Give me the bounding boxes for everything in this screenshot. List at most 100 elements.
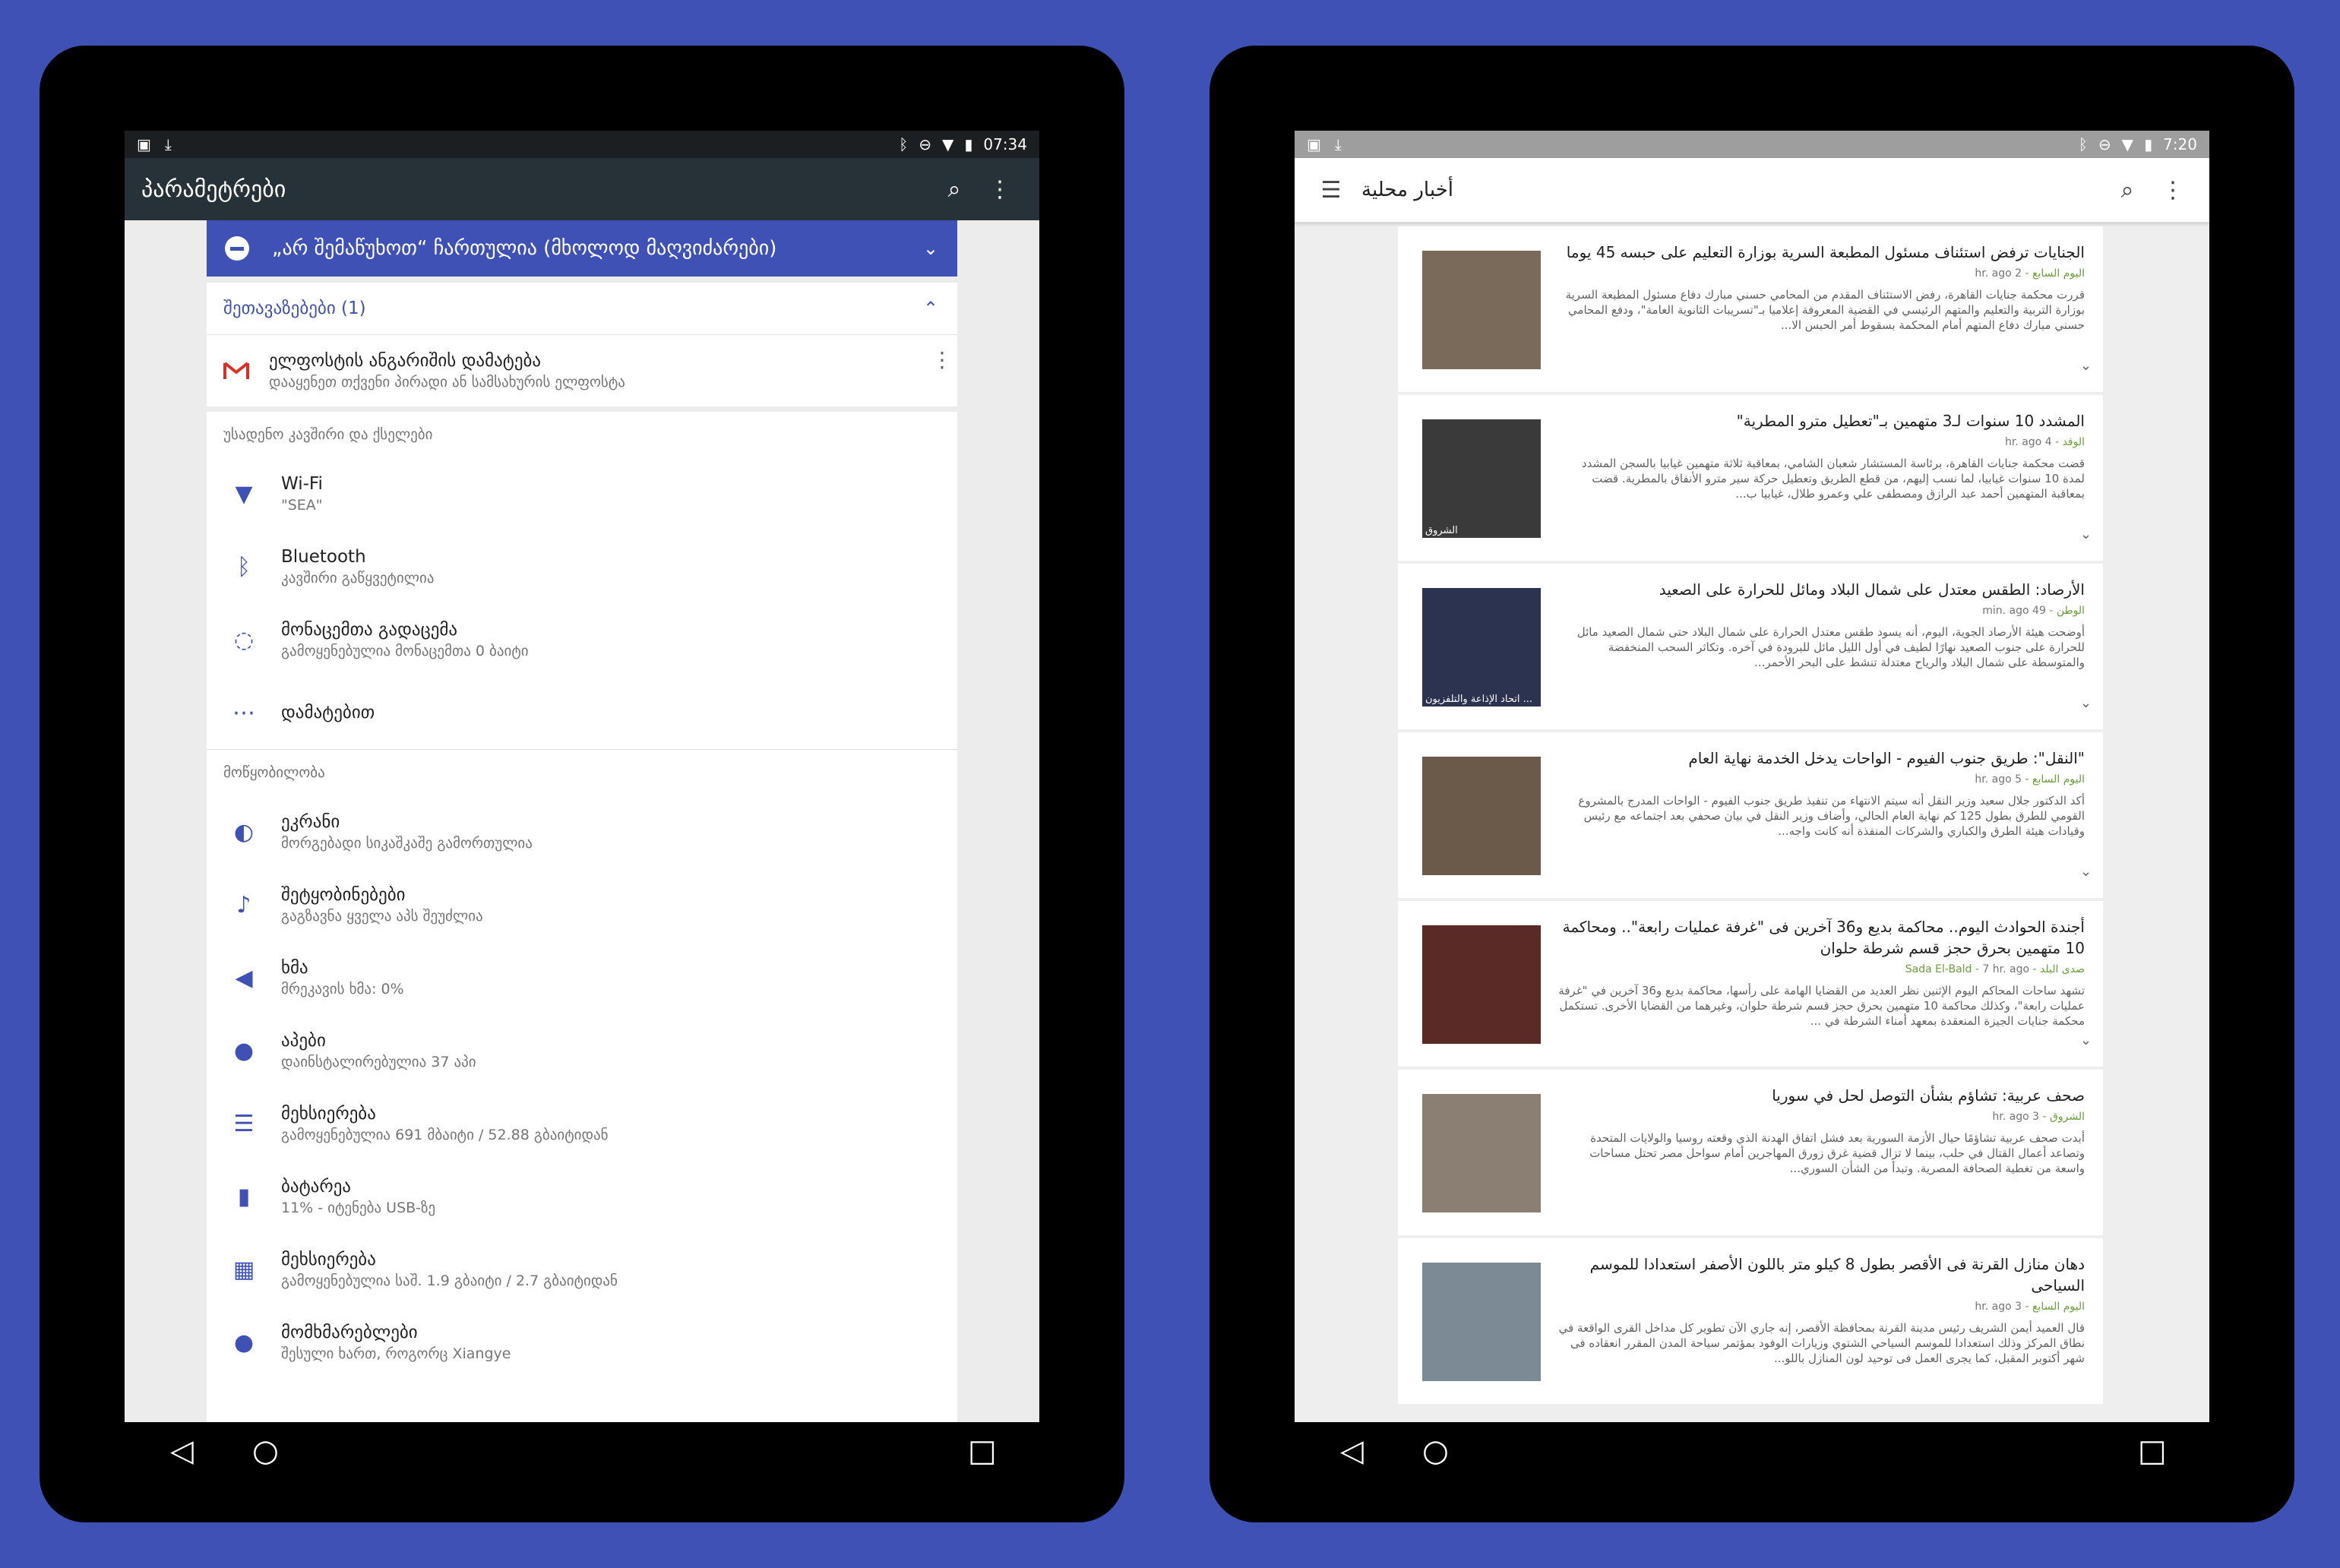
chevron-down-icon[interactable]: ⌄ <box>904 238 957 259</box>
bluetooth-status-icon: ᛒ <box>899 135 909 153</box>
news-source: الشروق <box>2050 1111 2085 1123</box>
thumbnail-caption: اتحاد الإذاعة والتلفزيون ... <box>1425 694 1533 705</box>
settings-item-wifi[interactable]: ▼ Wi-Fi "SEA" <box>207 457 957 530</box>
settings-screen: ▣ ⤓ ᛒ ⊖ ▼ ▮ 07:34 პარამეტრები ⌕ ⋮ „არ შე… <box>125 131 1039 1422</box>
item-title: ეკრანი <box>281 812 340 832</box>
expand-chevron-icon[interactable]: ⌄ <box>2080 1032 2092 1048</box>
home-icon[interactable]: ○ <box>252 1436 279 1466</box>
news-card[interactable]: صحف عربية: تشاؤم بشأن التوصل لحل في سوري… <box>1398 1070 2103 1235</box>
settings-item-battery[interactable]: ▮ ბატარეა 11% - იტენება USB-ზე <box>207 1160 957 1233</box>
overflow-menu-icon[interactable]: ⋮ <box>2150 177 2196 204</box>
news-card[interactable]: "النقل": طريق جنوب الفيوم - الواحات يدخل… <box>1398 732 2103 898</box>
download-icon: ⤓ <box>164 135 172 153</box>
back-icon[interactable]: ◁ <box>1340 1436 1364 1466</box>
news-source: الوفد <box>2062 436 2085 448</box>
news-time: 5 hr. ago <box>1975 773 2022 786</box>
settings-list: უსადენო კავშირი და ქსელები ▼ Wi-Fi "SEA" … <box>207 412 957 1422</box>
apps-icon: ● <box>233 1037 255 1064</box>
item-title: ხმა <box>281 958 308 978</box>
news-snippet: أبدت صحف عربية تشاؤمًا حيال الأزمة السور… <box>1589 1131 2085 1175</box>
item-subtitle: კავშირი გაწყვეტილია <box>281 570 435 586</box>
image-notification-icon: ▣ <box>1307 135 1321 153</box>
news-card[interactable]: الشروق المشدد 10 سنوات لـ3 متهمين بـ"تعط… <box>1398 395 2103 561</box>
settings-item-sound[interactable]: ◀ ხმა მრეკავის ხმა: 0% <box>207 941 957 1014</box>
item-title: მონაცემთა გადაცემა <box>281 620 458 640</box>
item-title: შეტყობინებები <box>281 885 406 905</box>
status-time: 07:34 <box>983 135 1027 153</box>
category-header-device: მოწყობილობა <box>223 764 325 781</box>
expand-chevron-icon[interactable]: ⌄ <box>2080 526 2092 542</box>
news-card[interactable]: الجنايات ترفض استئناف مسئول المطبعة السر… <box>1398 226 2103 392</box>
recents-icon[interactable]: □ <box>2138 1436 2167 1466</box>
item-title: მეხსიერება <box>281 1250 376 1269</box>
news-screen: ▣ ⤓ ᛒ ⊖ ▼ ▮ 7:20 ☰ أخبار محلية ⌕ ⋮ الجنا… <box>1295 131 2209 1422</box>
news-thumbnail: الشروق <box>1422 419 1541 538</box>
news-snippet: قال العميد أيمن الشريف رئيس مدينة القرنة… <box>1558 1321 2085 1365</box>
news-card[interactable]: أجندة الحوادث اليوم.. محاكمة بديع و36 آخ… <box>1398 901 2103 1067</box>
item-subtitle: 11% - იტენება USB-ზე <box>281 1200 436 1216</box>
news-source: اليوم السابع <box>2032 1301 2085 1313</box>
dnd-status-icon: ⊖ <box>2098 135 2111 153</box>
news-time: 49 min. ago <box>1982 605 2046 617</box>
battery-icon: ▮ <box>237 1183 251 1210</box>
news-title: صحف عربية: تشاؤم بشأن التوصل لحل في سوري… <box>1772 1086 2085 1105</box>
suggestion-subtitle: დააყენეთ თქვენი პირადი ან სამსახურის ელფ… <box>269 374 625 390</box>
settings-item-storage[interactable]: ☰ მეხსიერება გამოყენებულია 691 მბაიტი / 5… <box>207 1087 957 1160</box>
item-title: Bluetooth <box>281 547 366 567</box>
search-icon[interactable]: ⌕ <box>2104 177 2150 204</box>
wifi-status-icon: ▼ <box>2121 135 2134 153</box>
settings-item-memory[interactable]: ▦ მეხსიერება გამოყენებულია საშ. 1.9 გბაიტ… <box>207 1233 957 1306</box>
settings-item-data-usage[interactable]: ◌ მონაცემთა გადაცემა გამოყენებულია მონაცე… <box>207 603 957 676</box>
battery-status-icon: ▮ <box>964 135 973 153</box>
suggestion-title: ელფოსტის ანგარიშის დამატება <box>269 351 542 371</box>
settings-item-notifications[interactable]: ♪ შეტყობინებები გაგზავნა ყველა აპს შეუძლი… <box>207 868 957 941</box>
news-source: اليوم السابع <box>2032 773 2085 786</box>
news-thumbnail <box>1422 1094 1541 1212</box>
chevron-up-icon[interactable]: ⌃ <box>904 298 957 319</box>
suggestion-add-email[interactable]: ელფოსტის ანგარიშის დამატება დააყენეთ თქვ… <box>207 335 957 406</box>
overflow-menu-icon[interactable]: ⋮ <box>977 176 1023 203</box>
news-snippet: أوضحت هيئة الأرصاد الجوية، اليوم، أنه يس… <box>1576 625 2085 669</box>
news-card[interactable]: دهان منازل القرنة فى الأقصر بطول 8 كيلو … <box>1398 1238 2103 1404</box>
item-subtitle: გამოყენებულია მონაცემთა 0 ბაიტი <box>281 643 529 659</box>
expand-chevron-icon[interactable]: ⌄ <box>2080 358 2092 374</box>
news-snippet: قضت محكمة جنايات القاهرة، برئاسة المستشا… <box>1581 457 2085 501</box>
settings-item-more[interactable]: ⋯ დამატებით <box>207 676 957 750</box>
wifi-icon: ▼ <box>235 480 253 507</box>
download-icon: ⤓ <box>1334 135 1342 153</box>
item-title: მომხმარებლები <box>281 1323 418 1342</box>
expand-chevron-icon[interactable]: ⌄ <box>2080 695 2092 711</box>
news-source: اليوم السابع <box>2032 267 2085 280</box>
recents-icon[interactable]: □ <box>968 1436 997 1466</box>
suggestions-header[interactable]: შეთავაზებები (1) ⌃ <box>207 283 957 335</box>
home-icon[interactable]: ○ <box>1422 1436 1449 1466</box>
news-time: 4 hr. ago <box>2004 436 2052 448</box>
news-title: الأرصاد: الطقس معتدل على شمال البلاد وما… <box>1659 580 2085 599</box>
hamburger-menu-icon[interactable]: ☰ <box>1308 177 1354 204</box>
item-subtitle: გამოყენებულია 691 მბაიტი / 52.88 გბაიტიდ… <box>281 1127 609 1143</box>
dnd-status-icon: ⊖ <box>919 135 931 153</box>
back-icon[interactable]: ◁ <box>170 1436 194 1466</box>
search-icon[interactable]: ⌕ <box>931 176 977 203</box>
expand-chevron-icon[interactable]: ⌄ <box>2080 864 2092 880</box>
app-toolbar: ☰ أخبار محلية ⌕ ⋮ <box>1295 158 2209 223</box>
category-header-wireless: უსადენო კავშირი და ქსელები <box>223 426 433 443</box>
item-subtitle: შესული ხართ, როგორც Xiangye <box>281 1345 511 1362</box>
news-time: 3 hr. ago <box>1975 1301 2022 1313</box>
suggestion-menu-icon[interactable]: ⋮ <box>927 335 957 372</box>
thumbnail-caption: الشروق <box>1425 525 1458 536</box>
settings-item-apps[interactable]: ● აპები დაინსტალირებულია 37 აპი <box>207 1014 957 1087</box>
status-bar: ▣ ⤓ ᛒ ⊖ ▼ ▮ 7:20 <box>1295 131 2209 158</box>
item-subtitle: დაინსტალირებულია 37 აპი <box>281 1054 476 1070</box>
news-thumbnail <box>1422 251 1541 369</box>
news-card[interactable]: اتحاد الإذاعة والتلفزيون ... الأرصاد: ال… <box>1398 564 2103 729</box>
news-title: أجندة الحوادث اليوم.. محاكمة بديع و36 آخ… <box>1562 918 2085 957</box>
item-title: ბატარეა <box>281 1177 351 1197</box>
news-title: المشدد 10 سنوات لـ3 متهمين بـ"تعطيل مترو… <box>1736 412 2085 430</box>
settings-item-bluetooth[interactable]: ᛒ Bluetooth კავშირი გაწყვეტილია <box>207 530 957 603</box>
item-subtitle: "SEA" <box>281 497 323 514</box>
settings-item-display[interactable]: ◐ ეკრანი მორგებადი სიკაშკაშე გამორთულია <box>207 795 957 868</box>
dnd-banner[interactable]: „არ შემაწუხოთ“ ჩართულია (მხოლოდ მაღვიძარ… <box>207 220 957 277</box>
settings-item-users[interactable]: ● მომხმარებლები შესული ხართ, როგორც Xiang… <box>207 1306 957 1379</box>
image-notification-icon: ▣ <box>137 135 151 153</box>
